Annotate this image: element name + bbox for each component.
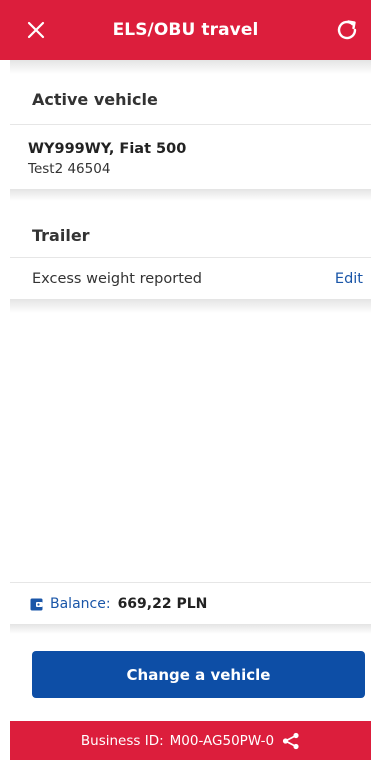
footer-bar: Business ID: M00-AG50PW-0 (10, 721, 371, 760)
page-title: ELS/OBU travel (112, 20, 259, 40)
business-id-label: Business ID: (80, 732, 164, 749)
close-icon (27, 21, 45, 39)
change-vehicle-button[interactable]: Change a vehicle (32, 651, 365, 698)
trailer-status: Excess weight reported (32, 271, 203, 287)
divider (10, 257, 371, 258)
balance-label: Balance: (50, 596, 111, 612)
business-id-value: M00-AG50PW-0 (169, 732, 275, 749)
share-button[interactable] (282, 732, 300, 750)
wallet-icon (30, 598, 43, 610)
refresh-button[interactable] (329, 12, 365, 48)
balance-shadow (10, 624, 371, 634)
share-icon (282, 732, 299, 749)
balance-value: 669,22 PLN (117, 596, 208, 612)
header-shadow (10, 60, 371, 74)
vehicle-name: WY999WY, Fiat 500 (28, 141, 187, 157)
divider (10, 124, 371, 125)
trailer-shadow (10, 299, 371, 313)
refresh-icon (337, 20, 357, 40)
divider (10, 582, 371, 583)
trailer-heading: Trailer (32, 226, 90, 245)
active-vehicle-heading: Active vehicle (32, 90, 158, 109)
card-shadow (10, 189, 371, 201)
app-header: ELS/OBU travel (0, 0, 371, 60)
balance-row: Balance: 669,22 PLN (30, 595, 207, 613)
close-button[interactable] (18, 12, 54, 48)
edit-trailer-link[interactable]: Edit (335, 271, 363, 287)
vehicle-details: Test2 46504 (28, 161, 111, 177)
